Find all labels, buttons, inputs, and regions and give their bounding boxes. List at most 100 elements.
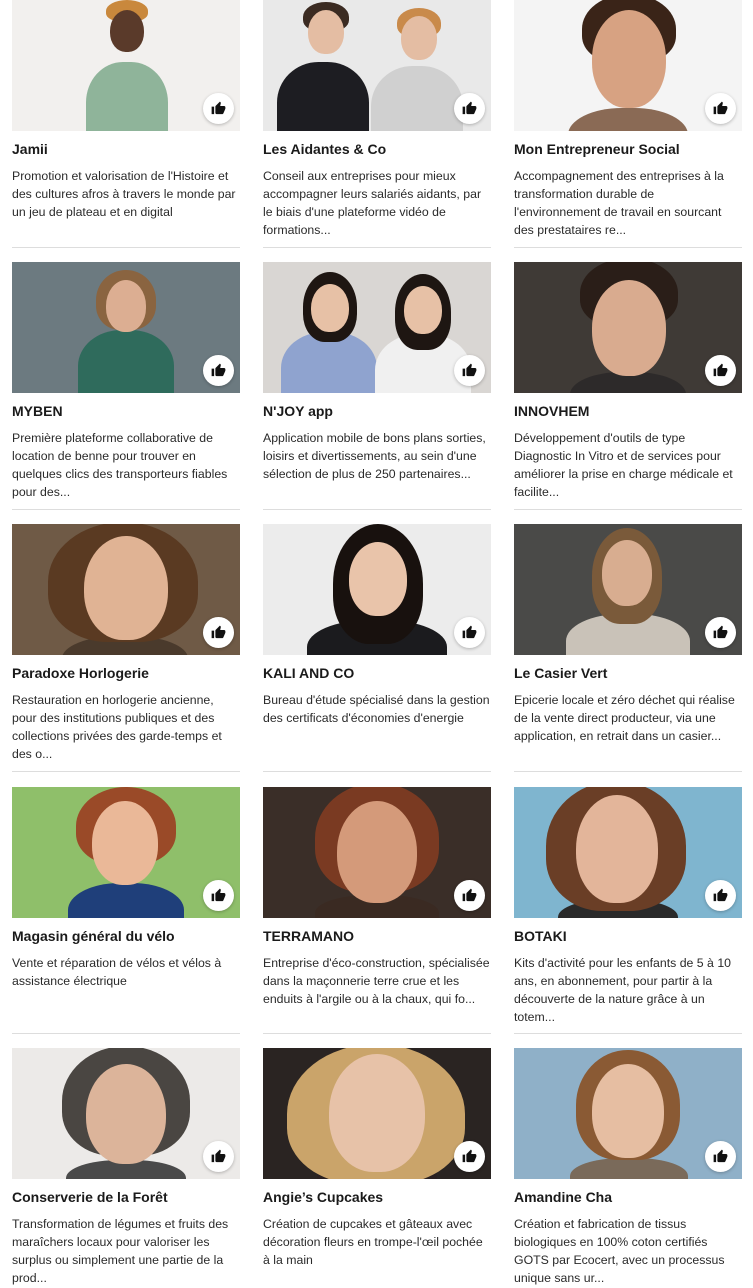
startup-name[interactable]: Conserverie de la Forêt (12, 1179, 240, 1206)
thumbs-up-icon (462, 1149, 477, 1163)
startup-name[interactable]: INNOVHEM (514, 393, 742, 420)
startup-card[interactable]: TERRAMANO Entreprise d'éco-construction,… (263, 787, 491, 1008)
founder-photo[interactable] (12, 1048, 240, 1179)
photo-body (277, 62, 369, 131)
startup-card[interactable]: Angie’s Cupcakes Création de cupcakes et… (263, 1048, 491, 1269)
like-button[interactable] (705, 93, 736, 124)
thumbs-up-icon (462, 101, 477, 115)
startup-description: Création et fabrication de tissus biolog… (514, 1217, 725, 1285)
founder-photo[interactable] (263, 1048, 491, 1179)
photo-face-second (404, 286, 442, 334)
startup-name[interactable]: Amandine Cha (514, 1179, 742, 1206)
thumbs-up-icon (211, 101, 226, 115)
founder-photo[interactable] (263, 262, 491, 393)
card-divider (514, 1033, 742, 1034)
startup-name[interactable]: BOTAKI (514, 918, 742, 945)
startup-card[interactable]: N'JOY app Application mobile de bons pla… (263, 262, 491, 483)
startup-card[interactable]: Le Casier Vert Epicerie locale et zéro d… (514, 524, 742, 745)
startup-description: Transformation de légumes et fruits des … (12, 1217, 229, 1285)
photo-face (92, 801, 158, 885)
startup-description: Première plateforme collaborative de loc… (12, 431, 228, 499)
like-button[interactable] (203, 617, 234, 648)
startup-name[interactable]: Angie’s Cupcakes (263, 1179, 491, 1206)
startup-card[interactable]: Mon Entrepreneur Social Accompagnement d… (514, 0, 742, 239)
thumbs-up-icon (462, 625, 477, 639)
photo-face (86, 1064, 166, 1164)
startup-card[interactable]: Amandine Cha Création et fabrication de … (514, 1048, 742, 1287)
startup-description: Kits d'activité pour les enfants de 5 à … (514, 956, 731, 1024)
like-button[interactable] (203, 1141, 234, 1172)
photo-face (592, 1064, 664, 1158)
card-divider (12, 509, 240, 510)
photo-face (311, 284, 349, 332)
photo-face (106, 280, 146, 332)
startup-card[interactable]: Les Aidantes & Co Conseil aux entreprise… (263, 0, 491, 239)
startup-card[interactable]: Jamii Promotion et valorisation de l'His… (12, 0, 240, 221)
founder-photo[interactable] (514, 1048, 742, 1179)
founder-photo[interactable] (263, 787, 491, 918)
photo-face (110, 10, 144, 52)
thumbs-up-icon (713, 363, 728, 377)
startup-card[interactable]: MYBEN Première plateforme collaborative … (12, 262, 240, 501)
startup-name[interactable]: Le Casier Vert (514, 655, 742, 682)
startup-name[interactable]: MYBEN (12, 393, 240, 420)
like-button[interactable] (454, 617, 485, 648)
thumbs-up-icon (211, 363, 226, 377)
founder-photo[interactable] (12, 524, 240, 655)
startup-name[interactable]: N'JOY app (263, 393, 491, 420)
startup-name[interactable]: Paradoxe Horlogerie (12, 655, 240, 682)
founder-photo[interactable] (514, 787, 742, 918)
startup-name[interactable]: KALI AND CO (263, 655, 491, 682)
startup-card[interactable]: INNOVHEM Développement d'outils de type … (514, 262, 742, 501)
startup-description: Entreprise d'éco-construction, spécialis… (263, 956, 490, 1006)
startup-card[interactable]: Conserverie de la Forêt Transformation d… (12, 1048, 240, 1287)
like-button[interactable] (454, 1141, 485, 1172)
like-button[interactable] (454, 93, 485, 124)
startup-card[interactable]: BOTAKI Kits d'activité pour les enfants … (514, 787, 742, 1026)
startup-name[interactable]: Jamii (12, 131, 240, 158)
like-button[interactable] (203, 355, 234, 386)
like-button[interactable] (454, 880, 485, 911)
startup-name[interactable]: Mon Entrepreneur Social (514, 131, 742, 158)
startup-description: Conseil aux entreprises pour mieux accom… (263, 169, 482, 237)
like-button[interactable] (203, 880, 234, 911)
founder-photo[interactable] (514, 0, 742, 131)
card-divider (12, 771, 240, 772)
photo-body (78, 330, 174, 393)
founder-photo[interactable] (514, 262, 742, 393)
card-divider (514, 509, 742, 510)
like-button[interactable] (705, 1141, 736, 1172)
startup-description: Développement d'outils de type Diagnosti… (514, 431, 733, 499)
founder-photo[interactable] (263, 524, 491, 655)
like-button[interactable] (705, 880, 736, 911)
founder-photo[interactable] (12, 262, 240, 393)
card-divider (12, 247, 240, 248)
founder-photo[interactable] (12, 787, 240, 918)
photo-face (592, 10, 666, 108)
thumbs-up-icon (713, 625, 728, 639)
card-divider (514, 771, 742, 772)
like-button[interactable] (705, 355, 736, 386)
thumbs-up-icon (462, 888, 477, 902)
photo-face (602, 540, 652, 606)
startup-name[interactable]: Les Aidantes & Co (263, 131, 491, 158)
like-button[interactable] (705, 617, 736, 648)
photo-body (86, 62, 168, 131)
founder-photo[interactable] (263, 0, 491, 131)
photo-face (308, 10, 344, 54)
photo-face (84, 536, 168, 640)
like-button[interactable] (454, 355, 485, 386)
like-button[interactable] (203, 93, 234, 124)
startup-card[interactable]: Magasin général du vélo Vente et réparat… (12, 787, 240, 990)
startup-name[interactable]: Magasin général du vélo (12, 918, 240, 945)
thumbs-up-icon (713, 1149, 728, 1163)
startup-name[interactable]: TERRAMANO (263, 918, 491, 945)
startup-card[interactable]: KALI AND CO Bureau d'étude spécialisé da… (263, 524, 491, 727)
founder-photo[interactable] (514, 524, 742, 655)
card-divider (263, 247, 491, 248)
card-divider (12, 1033, 240, 1034)
founder-photo[interactable] (12, 0, 240, 131)
thumbs-up-icon (211, 1149, 226, 1163)
startup-card[interactable]: Paradoxe Horlogerie Restauration en horl… (12, 524, 240, 763)
photo-face (349, 542, 407, 616)
